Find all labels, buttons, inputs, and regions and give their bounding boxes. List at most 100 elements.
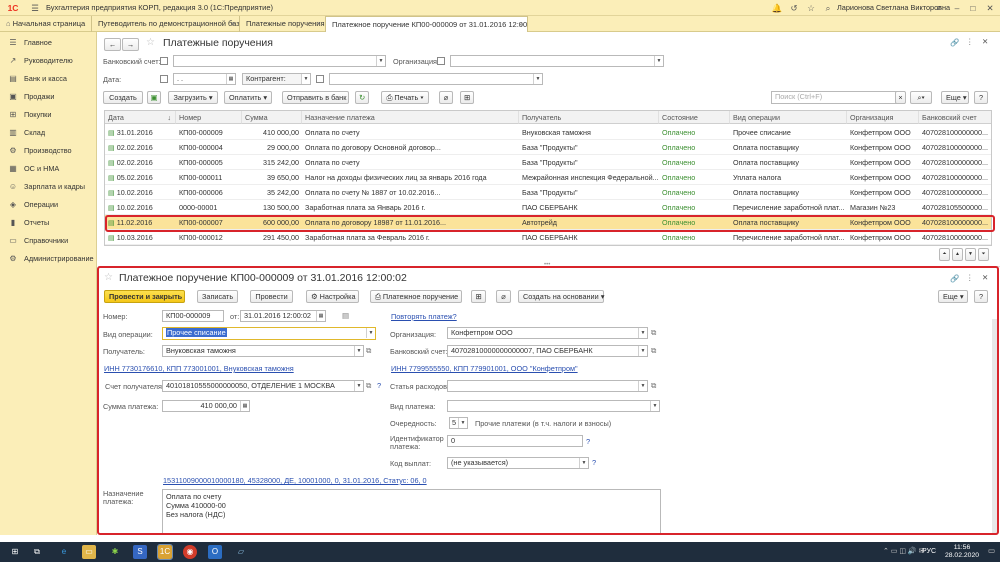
dropdown-icon[interactable]: ▼ <box>650 401 659 411</box>
priority-field[interactable]: 5 ▼ <box>449 417 468 429</box>
attach-icon[interactable]: ⌀ <box>439 91 453 104</box>
tray-icons[interactable]: ⌃ ▭ ◫ 🔊 ✉ <box>883 547 924 555</box>
column-header[interactable]: Вид операции <box>730 111 847 124</box>
print-button[interactable]: ⎙ Печать ▾ <box>381 91 429 104</box>
sidebar-item-operations[interactable]: ◈ Операции <box>0 198 97 212</box>
dropdown-icon[interactable]: ▼ <box>301 74 310 84</box>
close-icon[interactable]: ✕ <box>982 273 988 282</box>
bank-account-field[interactable]: 40702810000000000007, ПАО СБЕРБАНК ▼ <box>447 345 648 357</box>
sidebar-item-manager[interactable]: ↗ Руководителю <box>0 54 97 68</box>
create-button[interactable]: Создать <box>103 91 143 104</box>
org-filter[interactable]: ▼ <box>450 55 664 67</box>
forward-button[interactable]: → <box>122 38 139 51</box>
expense-item-field[interactable]: ▼ <box>447 380 648 392</box>
date-checkbox[interactable] <box>160 75 168 83</box>
upload-button[interactable]: Загрузить ▾ <box>168 91 218 104</box>
post-close-button[interactable]: Провести и закрыть <box>104 290 185 303</box>
sidebar-item-salary[interactable]: ☺ Зарплата и кадры <box>0 180 97 194</box>
date-filter[interactable]: . . ▦ <box>173 73 236 85</box>
scroll-bottom-icon[interactable]: ⏷ <box>978 248 989 261</box>
star-icon[interactable]: ☆ <box>804 0 818 16</box>
table-row[interactable]: ▤ 10.02.2016 КП00-000006 35 242,00 Оплата п… <box>105 185 991 200</box>
skype-icon[interactable]: S <box>133 545 147 559</box>
language-indicator[interactable]: РУС <box>922 548 936 555</box>
column-header[interactable]: Дата ↓ <box>105 111 176 124</box>
organization-field[interactable]: Конфетпром ООО ▼ <box>447 327 648 339</box>
payment-order-print-button[interactable]: ⎙ Платежное поручение <box>370 290 462 303</box>
scrollbar[interactable] <box>992 319 997 535</box>
close-icon[interactable]: × <box>519 17 523 32</box>
calendar-icon[interactable]: ▦ <box>226 74 235 84</box>
tab-home[interactable]: ⌂ Начальная страница <box>0 16 92 32</box>
column-header[interactable]: Банковский счет <box>919 111 991 124</box>
dropdown-icon[interactable]: ▼ <box>579 458 588 468</box>
counterparty-checkbox[interactable] <box>316 75 324 83</box>
tax-details-link[interactable]: 15311009000010000180, 45328000, ДЕ, 1000… <box>163 476 427 485</box>
clear-search-icon[interactable]: × <box>895 91 906 104</box>
dropdown-icon[interactable]: ▼ <box>654 56 663 66</box>
sidebar-item-admin[interactable]: ⚙ Администрирование <box>0 252 97 266</box>
sidebar-item-production[interactable]: ⚙ Производство <box>0 144 97 158</box>
date-field[interactable]: 31.01.2016 12:00:02 ▦ <box>240 310 326 322</box>
column-header[interactable]: Состояние <box>659 111 730 124</box>
save-icon[interactable]: ▣ <box>147 91 161 104</box>
star-icon[interactable]: ☆ <box>104 272 113 283</box>
scroll-down-icon[interactable]: ▼ <box>965 248 976 261</box>
column-header[interactable]: Сумма <box>242 111 302 124</box>
recipient-inn-link[interactable]: ИНН 7730176610, КПП 773001001, Внуковска… <box>104 364 294 373</box>
counterparty-select[interactable]: Контрагент: ▼ <box>242 73 311 85</box>
settings-icon[interactable]: ≡ <box>932 0 946 16</box>
payment-type-field[interactable]: ▼ <box>447 400 660 412</box>
calculator-icon[interactable]: ▦ <box>240 401 249 411</box>
close-icon[interactable]: × <box>317 16 321 32</box>
dropdown-icon[interactable]: ▼ <box>458 418 467 428</box>
column-header[interactable]: Назначение платежа <box>302 111 519 124</box>
settings-button[interactable]: ⚙ Настройка <box>306 290 359 303</box>
sum-field[interactable]: 410 000,00 ▦ <box>162 400 250 412</box>
table-row[interactable]: ▤ 10.03.2016 КП00-000012 291 450,00 Заработ… <box>105 230 991 245</box>
pay-button[interactable]: Оплатить ▾ <box>224 91 272 104</box>
save-button[interactable]: Записать <box>197 290 238 303</box>
open-icon[interactable]: ⧉ <box>651 381 656 391</box>
purpose-textarea[interactable]: Оплата по счету Сумма 410000-00 Без нало… <box>162 489 661 535</box>
table-row[interactable]: ▤ 02.02.2016 КП00-000005 315 242,00 Оплата … <box>105 155 991 170</box>
sidebar-item-assets[interactable]: ▦ ОС и НМА <box>0 162 97 176</box>
menu-icon[interactable]: ☰ <box>28 0 42 16</box>
sidebar-item-bank[interactable]: ▤ Банк и касса <box>0 72 97 86</box>
dropdown-icon[interactable]: ▼ <box>638 381 647 391</box>
notes-icon[interactable]: ▱ <box>234 545 248 559</box>
history-icon[interactable]: ↺ <box>787 0 801 16</box>
calendar-icon[interactable]: ▦ <box>316 311 325 321</box>
recipient-account-field[interactable]: 40101810555000000050, ОТДЕЛЕНИЕ 1 МОСКВА… <box>162 380 364 392</box>
sidebar-item-main[interactable]: ☰ Главное <box>0 36 97 50</box>
search-input[interactable]: Поиск (Ctrl+F) <box>771 91 905 104</box>
more-icon[interactable]: ⋮ <box>966 273 974 282</box>
bank-account-filter[interactable]: ▼ <box>173 55 386 67</box>
repeat-payment-link[interactable]: Повторять платеж? <box>391 312 457 321</box>
refresh-icon[interactable]: ↻ <box>355 91 369 104</box>
sidebar-item-purchases[interactable]: ⊞ Покупки <box>0 108 97 122</box>
close-icon[interactable]: ✕ <box>983 0 997 16</box>
dropdown-icon[interactable]: ▼ <box>533 74 542 84</box>
attach-icon[interactable]: ⌀ <box>496 290 511 303</box>
help-icon[interactable]: ? <box>592 458 596 467</box>
table-row[interactable]: ▤ 11.02.2016 КП00-000007 600 000,00 Оплата … <box>105 215 991 230</box>
bell-icon[interactable]: 🔔 <box>770 0 784 16</box>
folder-icon[interactable]: ▭ <box>82 545 96 559</box>
recipient-field[interactable]: Внуковская таможня ▼ <box>162 345 364 357</box>
send-bank-button[interactable]: Отправить в банк <box>282 91 349 104</box>
dropdown-icon[interactable]: ▼ <box>354 346 363 356</box>
help-icon[interactable]: ? <box>377 381 381 390</box>
search-button[interactable]: ⌕▾ <box>910 91 932 104</box>
dropdown-icon[interactable]: ▼ <box>366 328 375 338</box>
star-icon[interactable]: ☆ <box>146 37 155 48</box>
number-field[interactable]: КП00-000009 <box>162 310 224 322</box>
tab-guide[interactable]: Путеводитель по демонстрационной базе × <box>92 16 240 32</box>
app-icon[interactable]: ✱ <box>108 545 122 559</box>
column-header[interactable]: Получатель <box>519 111 659 124</box>
structure-icon[interactable]: ⊞ <box>460 91 474 104</box>
help-button[interactable]: ? <box>974 91 988 104</box>
payment-id-field[interactable]: 0 <box>447 435 583 447</box>
column-header[interactable]: Организация <box>847 111 919 124</box>
dropdown-icon[interactable]: ▼ <box>376 56 385 66</box>
